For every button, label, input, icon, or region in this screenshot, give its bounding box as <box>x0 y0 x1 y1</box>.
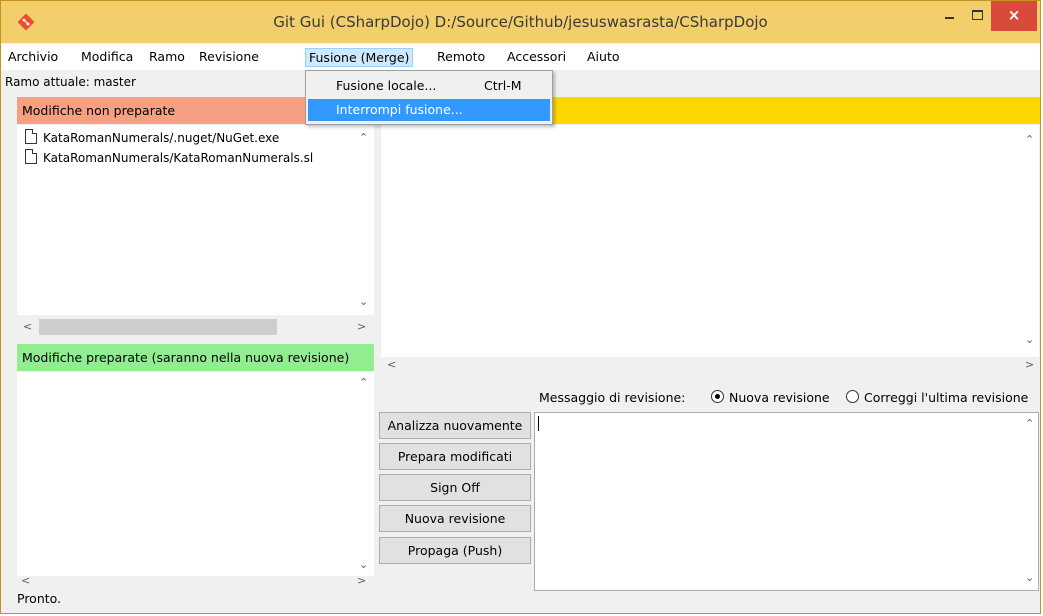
current-branch-label: Ramo attuale: master <box>5 75 136 89</box>
menu-item-abort-merge[interactable]: Interrompi fusione... <box>308 99 550 121</box>
diff-viewer[interactable]: ⌃ ⌄ <box>381 125 1039 357</box>
unstaged-horizontal-scrollbar[interactable]: < > <box>17 317 374 338</box>
menu-item-local-merge[interactable]: Fusione locale... Ctrl-M <box>308 75 550 97</box>
scroll-up-icon[interactable]: ⌃ <box>1025 417 1034 430</box>
list-item[interactable]: KataRomanNumerals/KataRomanNumerals.sl <box>25 149 313 167</box>
staged-vertical-scrollbar[interactable]: ⌃ ⌄ <box>353 372 374 576</box>
scroll-up-icon[interactable]: ⌃ <box>1025 133 1034 146</box>
scroll-left-icon[interactable]: < <box>387 358 396 371</box>
staged-header: Modifiche preparate (saranno nella nuova… <box>17 344 374 371</box>
menu-remoto[interactable]: Remoto <box>434 48 488 68</box>
radio-unselected-icon <box>846 390 859 403</box>
commit-message-label: Messaggio di revisione: <box>539 390 686 405</box>
close-icon: × <box>1007 6 1021 24</box>
title-bar[interactable]: Git Gui (CSharpDojo) D:/Source/Github/je… <box>1 1 1040 43</box>
maximize-button[interactable] <box>963 1 991 31</box>
scroll-down-icon[interactable]: ⌄ <box>1025 571 1034 584</box>
menu-ramo[interactable]: Ramo <box>146 48 188 68</box>
stage-changed-button[interactable]: Prepara modificati <box>379 443 531 470</box>
staged-horizontal-scrollbar[interactable]: < > <box>17 574 374 591</box>
sign-off-button[interactable]: Sign Off <box>379 474 531 501</box>
minimize-button[interactable] <box>935 1 963 31</box>
scroll-left-icon[interactable]: < <box>23 320 32 333</box>
menu-bar: Archivio Modifica Ramo Revisione Fusione… <box>1 44 1040 71</box>
diff-horizontal-scrollbar[interactable]: < > <box>381 357 1039 375</box>
radio-selected-icon <box>711 390 724 403</box>
file-name: KataRomanNumerals/.nuget/NuGet.exe <box>43 131 280 145</box>
radio-new-commit[interactable]: Nuova revisione <box>711 390 830 405</box>
menu-item-label: Interrompi fusione... <box>336 102 463 117</box>
file-name: KataRomanNumerals/KataRomanNumerals.sl <box>43 151 314 165</box>
scroll-right-icon[interactable]: > <box>357 574 366 587</box>
list-item[interactable]: KataRomanNumerals/.nuget/NuGet.exe <box>25 129 279 147</box>
radio-new-commit-label: Nuova revisione <box>729 390 830 405</box>
scroll-right-icon[interactable]: > <box>1025 358 1034 371</box>
menu-item-label: Fusione locale... <box>336 78 437 93</box>
menu-item-shortcut: Ctrl-M <box>484 78 522 93</box>
file-icon <box>25 149 37 164</box>
scroll-thumb[interactable] <box>39 319 277 335</box>
git-gui-window: Git Gui (CSharpDojo) D:/Source/Github/je… <box>0 0 1041 614</box>
scroll-left-icon[interactable]: < <box>21 574 30 587</box>
rescan-button[interactable]: Analizza nuovamente <box>379 412 531 439</box>
file-icon <box>25 129 37 144</box>
close-button[interactable]: × <box>991 1 1037 31</box>
commit-message-input[interactable]: ⌃ ⌄ <box>534 412 1039 591</box>
radio-amend-commit-label: Correggi l'ultima revisione <box>864 390 1029 405</box>
menu-revisione[interactable]: Revisione <box>196 48 262 68</box>
menu-aiuto[interactable]: Aiuto <box>584 48 623 68</box>
menu-accessori[interactable]: Accessori <box>504 48 569 68</box>
scroll-down-icon[interactable]: ⌄ <box>359 558 368 571</box>
menu-archivio[interactable]: Archivio <box>5 48 61 68</box>
commit-button[interactable]: Nuova revisione <box>379 505 531 532</box>
text-caret <box>538 416 539 431</box>
radio-amend-commit[interactable]: Correggi l'ultima revisione <box>846 390 1028 405</box>
menu-modifica[interactable]: Modifica <box>78 48 136 68</box>
window-title: Git Gui (CSharpDojo) D:/Source/Github/je… <box>273 13 768 31</box>
status-bar: Pronto. <box>17 591 62 606</box>
scroll-right-icon[interactable]: > <box>357 320 366 333</box>
scroll-up-icon[interactable]: ⌃ <box>359 131 368 144</box>
scroll-up-icon[interactable]: ⌃ <box>359 376 368 389</box>
scroll-down-icon[interactable]: ⌄ <box>359 295 368 308</box>
menu-fusione[interactable]: Fusione (Merge) <box>305 48 414 67</box>
minimize-icon <box>945 17 954 19</box>
merge-menu-dropdown: Fusione locale... Ctrl-M Interrompi fusi… <box>305 70 553 125</box>
push-button[interactable]: Propaga (Push) <box>379 537 531 564</box>
unstaged-vertical-scrollbar[interactable]: ⌃ ⌄ <box>353 125 374 315</box>
unstaged-file-list[interactable]: KataRomanNumerals/.nuget/NuGet.exe KataR… <box>17 125 353 315</box>
maximize-icon <box>972 10 983 20</box>
staged-file-list[interactable] <box>17 372 353 576</box>
scroll-down-icon[interactable]: ⌄ <box>1025 333 1034 346</box>
